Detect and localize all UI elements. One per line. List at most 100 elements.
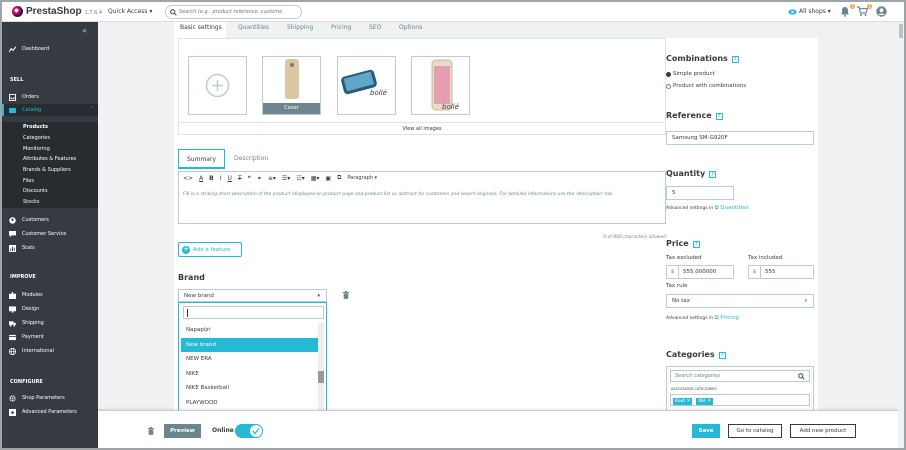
brand-option[interactable]: PLAYWOOD: [181, 396, 319, 411]
prestashop-logo[interactable]: PrestaShop 1.7.6.4: [12, 6, 102, 17]
code-icon[interactable]: <>: [183, 175, 193, 182]
add-feature-button[interactable]: + Add a feature: [178, 242, 242, 257]
product-image-3[interactable]: bollé: [411, 56, 470, 115]
sidebar-item-advanced-parameters[interactable]: Advanced Parameters: [2, 406, 98, 418]
sidebar-item-stats[interactable]: Stats: [2, 242, 98, 254]
align-icon[interactable]: ≡▾: [268, 175, 276, 182]
add-image-icon: [205, 73, 230, 98]
view-all-images-button[interactable]: View all images: [179, 122, 665, 135]
scrollbar-thumb[interactable]: [899, 24, 903, 38]
underline-icon[interactable]: U: [228, 175, 232, 182]
sidebar-item-customer-service[interactable]: Customer Service: [2, 228, 98, 240]
currency-addon: $: [667, 266, 679, 278]
brand-select[interactable]: New brand ▾: [178, 289, 327, 302]
brand-option[interactable]: NIKE Basketball: [181, 381, 319, 396]
tab-description[interactable]: Description: [234, 149, 268, 169]
product-image-2[interactable]: bollé: [337, 56, 396, 115]
category-chip-iba[interactable]: IBA ✕: [696, 398, 714, 405]
price-tax-excluded-input[interactable]: $555.000000: [666, 265, 734, 279]
tab-options[interactable]: Options: [399, 22, 422, 38]
page-scrollbar[interactable]: [898, 22, 904, 448]
delete-product-icon[interactable]: [148, 427, 154, 437]
list-bullet-icon[interactable]: ☰▾: [282, 175, 290, 182]
sidebar-sub-discounts[interactable]: Discounts: [2, 186, 98, 197]
categories-search-input[interactable]: Search categories: [670, 370, 810, 382]
help-icon[interactable]: ?: [715, 113, 723, 120]
notifications-icon[interactable]: 1: [840, 4, 855, 18]
scrollbar-thumb[interactable]: [318, 371, 324, 383]
sidebar-item-customers[interactable]: Customers: [2, 214, 98, 226]
brand-option[interactable]: Napapijri: [181, 323, 319, 338]
active-indicator: [2, 104, 4, 116]
brand-option-selected[interactable]: New brand: [181, 337, 319, 352]
summary-editor[interactable]: <> A B I U T ❝ ⚭ ≡▾ ☰▾ ☷▾ ▦▾ ▣ ⧉ Paragra…: [178, 171, 666, 224]
search-box[interactable]: [165, 5, 302, 19]
sidebar-item-payment[interactable]: Payment: [2, 331, 98, 343]
sidebar-sub-brands[interactable]: Brands & Suppliers: [2, 165, 98, 176]
tab-basic-settings[interactable]: Basic settings: [174, 22, 226, 38]
font-color-icon[interactable]: A: [199, 175, 203, 182]
user-account-icon[interactable]: [876, 6, 888, 18]
go-to-catalog-button[interactable]: Go to catalog: [728, 424, 782, 438]
brand-dropdown-scrollbar[interactable]: [318, 323, 324, 413]
shop-selector[interactable]: All shops ▾: [788, 8, 831, 15]
product-image-cover[interactable]: Cover: [262, 56, 321, 115]
sidebar-item-shop-parameters[interactable]: Shop Parameters: [2, 392, 98, 404]
online-toggle[interactable]: [235, 424, 263, 438]
tab-pricing[interactable]: Pricing: [331, 22, 351, 38]
price-tax-included-input[interactable]: $555: [748, 265, 814, 279]
sidebar-sub-stocks[interactable]: Stocks: [2, 197, 98, 208]
italic-icon[interactable]: I: [220, 175, 222, 182]
sidebar-item-orders[interactable]: Orders: [2, 91, 98, 103]
brand-dropdown-search[interactable]: [183, 306, 324, 319]
delete-brand-icon[interactable]: [343, 291, 349, 301]
bold-icon[interactable]: B: [209, 175, 214, 182]
table-icon[interactable]: ▦▾: [311, 175, 320, 182]
sidebar-item-design[interactable]: Design: [2, 303, 98, 315]
search-input[interactable]: [179, 9, 297, 15]
reference-value: Samsung SM-G920F: [672, 135, 728, 141]
orders-cart-icon[interactable]: 1: [857, 4, 872, 18]
blockquote-icon[interactable]: ❝: [248, 175, 251, 182]
tab-shipping[interactable]: Shipping: [287, 22, 313, 38]
sidebar-sub-attributes[interactable]: Attributes & Features: [2, 154, 98, 165]
radio-combinations-product[interactable]: Product with combinations: [666, 83, 746, 89]
strikethrough-icon[interactable]: T: [238, 175, 242, 182]
collapse-sidebar-icon[interactable]: «: [82, 26, 87, 35]
help-icon[interactable]: ?: [731, 56, 739, 63]
tax-rule-select[interactable]: No tax ▾: [666, 294, 814, 308]
add-new-product-button[interactable]: Add new product: [790, 424, 856, 438]
preview-button[interactable]: Preview: [164, 424, 201, 438]
add-image-dropzone[interactable]: [188, 56, 247, 115]
paragraph-format-select[interactable]: Paragraph ▾: [347, 175, 377, 181]
tab-seo[interactable]: SEO: [369, 22, 381, 38]
reference-input[interactable]: Samsung SM-G920F: [666, 131, 814, 145]
save-button[interactable]: Save: [692, 424, 720, 438]
sidebar-item-dashboard[interactable]: Dashboard: [2, 43, 98, 55]
search-icon: [170, 8, 177, 16]
brand-option[interactable]: NEW ERA: [181, 352, 319, 367]
tab-quantities[interactable]: Quantities: [238, 22, 269, 38]
radio-simple-product[interactable]: Simple product: [666, 71, 715, 77]
list-number-icon[interactable]: ☷▾: [296, 175, 304, 182]
help-icon[interactable]: ?: [718, 352, 726, 359]
sidebar-item-catalog[interactable]: Catalog ⌃: [2, 104, 98, 116]
help-icon[interactable]: ?: [709, 171, 717, 178]
brand-option[interactable]: NIKE: [181, 367, 319, 382]
link-icon[interactable]: ⚭: [257, 175, 262, 182]
sidebar-item-shipping[interactable]: Shipping: [2, 317, 98, 329]
quantities-link[interactable]: ⧉ Quantities: [715, 205, 749, 211]
quick-access-menu[interactable]: Quick Access ▾: [108, 8, 152, 15]
image-icon[interactable]: ▣: [325, 175, 331, 182]
pricing-link[interactable]: ⧉ Pricing: [715, 315, 739, 321]
media-icon[interactable]: ⧉: [337, 174, 341, 182]
category-chip-root[interactable]: Root ✕: [673, 398, 693, 405]
sidebar-sub-products[interactable]: Products: [2, 122, 98, 133]
quantity-input[interactable]: 5: [666, 186, 734, 200]
sidebar-item-modules[interactable]: Modules: [2, 289, 98, 301]
tab-summary[interactable]: Summary: [178, 149, 225, 169]
sidebar-sub-categories[interactable]: Categories: [2, 133, 98, 144]
sidebar-item-international[interactable]: International: [2, 345, 98, 357]
pricing-link-label: Pricing: [720, 315, 739, 321]
help-icon[interactable]: ?: [692, 241, 700, 248]
